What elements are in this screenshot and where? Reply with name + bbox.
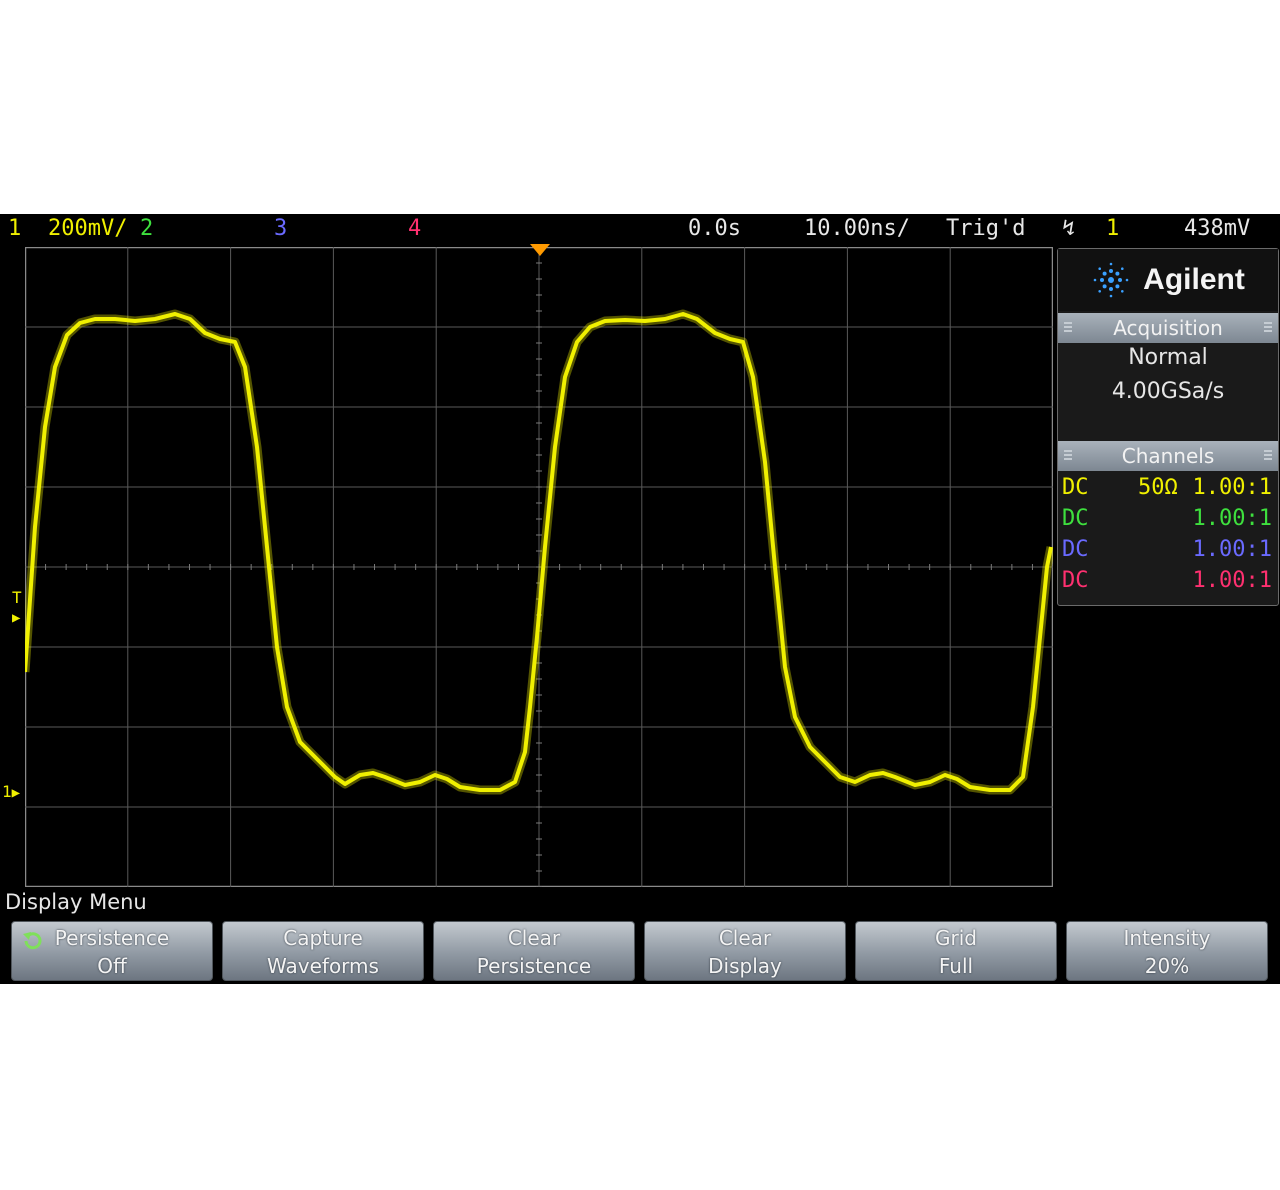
channel-coupling: DC <box>1062 475 1089 500</box>
sample-rate: 4.00GSa/s <box>1111 379 1225 404</box>
grip-icon <box>1264 450 1272 462</box>
trigger-state: Trig'd <box>946 216 1026 241</box>
channel-coupling: DC <box>1062 537 1089 562</box>
ch1-trace <box>25 312 1053 792</box>
info-side-panel: Agilent Acquisition Normal 4.00GSa/s Cha… <box>1057 248 1279 606</box>
grip-icon <box>1264 322 1272 334</box>
channel-probe-ratio: 1.00:1 <box>1192 568 1272 593</box>
ch4-label[interactable]: 4 <box>408 216 421 241</box>
ch2-label[interactable]: 2 <box>140 216 153 241</box>
ch1-trace-glow <box>25 309 1053 795</box>
trigger-position-marker[interactable] <box>530 244 550 258</box>
channel-probe-ratio: 1.00:1 <box>1192 537 1272 562</box>
trigger-edge-icon: ↯ <box>1062 216 1076 241</box>
menu-title: Display Menu <box>5 890 147 914</box>
acquisition-header: Acquisition <box>1058 313 1278 343</box>
waveform-graticule[interactable] <box>25 247 1053 887</box>
time-scale[interactable]: 10.00ns/ <box>804 216 910 241</box>
time-offset[interactable]: 0.0s <box>688 216 741 241</box>
ch1-scale[interactable]: 200mV/ <box>48 216 127 241</box>
channel-probe-ratio: 1.00:1 <box>1192 475 1272 500</box>
ch1-label[interactable]: 1 <box>8 216 21 241</box>
trigger-level-marker: T ▶ <box>12 588 22 626</box>
channel-row: DC 1.00:1 <box>1058 506 1278 536</box>
channel-row: DC 1.00:1 <box>1058 537 1278 567</box>
grip-icon <box>1064 322 1072 334</box>
channel-row: DC 50Ω 1.00:1 <box>1058 475 1278 505</box>
softkey-clear-persistence[interactable]: Clear Persistence <box>433 921 635 981</box>
softkey-grid[interactable]: Grid Full <box>855 921 1057 981</box>
softkey-intensity[interactable]: Intensity 20% <box>1066 921 1268 981</box>
acquisition-mode: Normal <box>1128 345 1208 370</box>
softkey-capture-waveforms[interactable]: Capture Waveforms <box>222 921 424 981</box>
ch1-ground-marker: 1▶ <box>2 782 21 801</box>
channel-row: DC 1.00:1 <box>1058 568 1278 598</box>
softkey-clear-display[interactable]: Clear Display <box>644 921 846 981</box>
rotate-knob-icon <box>23 932 42 950</box>
channels-header: Channels <box>1058 441 1278 471</box>
channel-coupling: DC <box>1062 568 1089 593</box>
grip-icon <box>1064 450 1072 462</box>
brand-name: Agilent <box>1143 263 1245 296</box>
trigger-level[interactable]: 438mV <box>1184 216 1250 241</box>
channel-impedance: 50Ω <box>1138 475 1178 500</box>
agilent-spark-icon <box>1093 262 1129 298</box>
status-bar: 1 200mV/ 2 3 4 0.0s 10.00ns/ Trig'd ↯ 1 … <box>0 214 1280 244</box>
softkey-persistence[interactable]: Persistence Off <box>11 921 213 981</box>
channel-probe-ratio: 1.00:1 <box>1192 506 1272 531</box>
agilent-logo: Agilent <box>1058 249 1278 311</box>
trigger-source[interactable]: 1 <box>1106 216 1119 241</box>
ch3-label[interactable]: 3 <box>274 216 287 241</box>
ch1-waveform <box>25 309 1053 795</box>
oscilloscope-screen: 1 200mV/ 2 3 4 0.0s 10.00ns/ Trig'd ↯ 1 … <box>0 214 1280 984</box>
channel-coupling: DC <box>1062 506 1089 531</box>
